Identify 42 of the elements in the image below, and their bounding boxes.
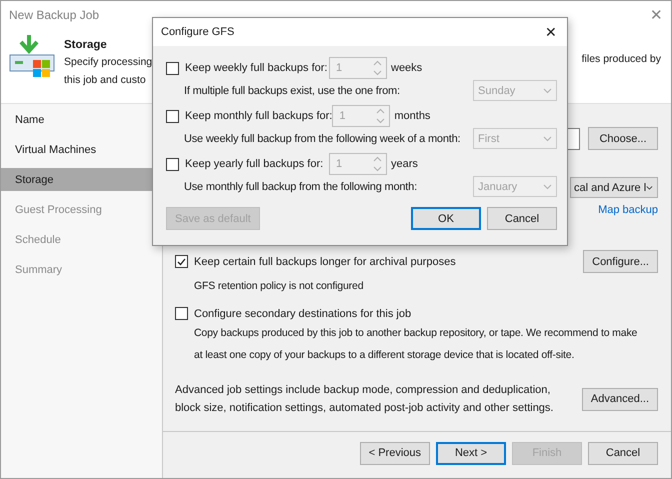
option-label[interactable]: Keep yearly full backups for:: [185, 158, 329, 170]
option-hint: If multiple full backups exist, use the one from:: [184, 84, 400, 96]
chevron-down-icon: [543, 184, 552, 190]
repository-dropdown[interactable]: cal and Azure l: [570, 177, 658, 198]
unit-label: years: [391, 158, 418, 170]
page-description: Specify processing: [64, 55, 152, 70]
checkbox[interactable]: [166, 110, 179, 122]
page-title: Storage: [64, 39, 107, 51]
dialog-button[interactable]: Cancel: [487, 207, 557, 230]
advanced-button[interactable]: Advanced...: [582, 388, 658, 410]
unit-label: weeks: [391, 62, 422, 74]
option-label[interactable]: Configure secondary destinations for this job: [194, 308, 412, 320]
checkbox[interactable]: [166, 158, 179, 170]
page-description: files produced by: [582, 53, 661, 67]
close-button[interactable]: ✕: [545, 25, 557, 39]
checkbox[interactable]: [175, 255, 188, 268]
option-label[interactable]: Keep certain full backups longer for archival purposes: [194, 256, 456, 268]
dialog-button[interactable]: OK: [411, 207, 481, 230]
option-note: Copy backups produced by this job to another backup repository, or tape. We recommend to make: [193, 326, 638, 341]
map-backup-link[interactable]: Map backup: [598, 204, 658, 216]
unit-label: months: [394, 110, 430, 122]
option-hint: Use weekly full backup from the following week of a month:: [184, 132, 460, 144]
footer-button[interactable]: Cancel: [588, 442, 658, 464]
chevron-down-icon: [543, 88, 552, 94]
chevron-down-icon: [543, 136, 552, 142]
dialog-title: Configure GFS: [161, 26, 234, 38]
option-note: GFS retention policy is not configured: [193, 279, 364, 294]
chevron-down-icon: [646, 184, 653, 190]
checkbox[interactable]: [166, 62, 179, 74]
option-label[interactable]: Keep weekly full backups for:: [185, 62, 329, 74]
configure-button[interactable]: Configure...: [583, 250, 658, 273]
close-button[interactable]: ✕: [650, 8, 663, 22]
page-description: this job and custo: [64, 73, 146, 88]
checkbox[interactable]: [175, 307, 188, 320]
choose-button[interactable]: Choose...: [588, 127, 658, 150]
option-label[interactable]: Keep monthly full backups for:: [185, 110, 332, 122]
advanced-description: Advanced job settings include backup mode, compression and deduplication, block size, notification settings, automated post-job activity and other settings.: [175, 383, 554, 416]
option-hint: Use monthly full backup from the following month:: [184, 180, 417, 192]
footer-button[interactable]: < Previous: [360, 442, 430, 464]
option-note: at least one copy of your backups to a different storage device that is located off-site.: [193, 348, 576, 363]
window-title: New Backup Job: [9, 8, 100, 22]
footer-button[interactable]: Next >: [436, 442, 506, 464]
